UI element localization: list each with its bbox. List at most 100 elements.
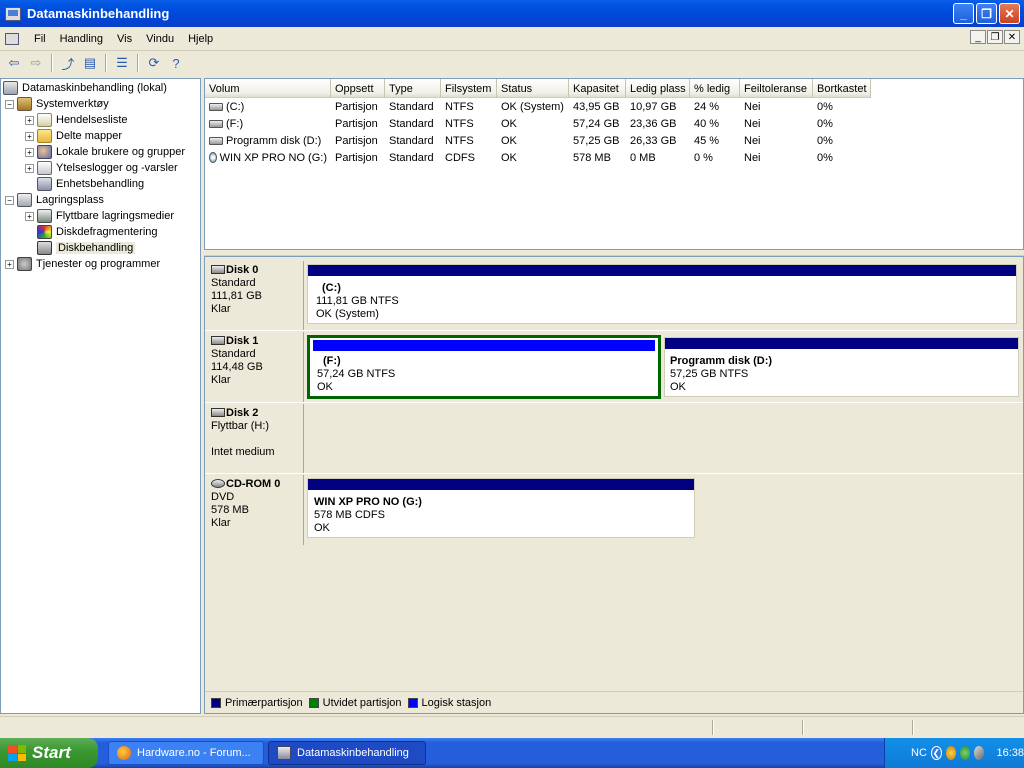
collapse-icon[interactable]: − bbox=[5, 99, 14, 109]
volume-row[interactable]: (F:) Partisjon Standard NTFS OK 57,24 GB… bbox=[205, 115, 871, 132]
pen-tray-icon[interactable] bbox=[974, 746, 985, 760]
mmc-system-icon[interactable] bbox=[5, 32, 19, 45]
column-header-overhead[interactable]: Bortkastet bbox=[813, 79, 871, 98]
tree-item-storage[interactable]: − Lagringsplass bbox=[5, 192, 104, 208]
mdi-restore-button[interactable]: ❐ bbox=[987, 30, 1003, 44]
tree-item-removable-storage[interactable]: + Flyttbare lagringsmedier bbox=[25, 208, 174, 224]
menu-window[interactable]: Vindu bbox=[139, 33, 181, 45]
cd-drive-icon bbox=[209, 152, 217, 163]
computer-icon bbox=[3, 81, 18, 95]
users-tray-icon[interactable] bbox=[959, 746, 971, 760]
defrag-icon bbox=[37, 225, 52, 239]
details-pane: Volum Oppsett Type Filsystem Status Kapa… bbox=[204, 78, 1024, 714]
partition-g[interactable]: WIN XP PRO NO (G:) 578 MB CDFS OK bbox=[307, 478, 695, 538]
partition-status: OK (System) bbox=[316, 308, 379, 320]
partition-size: 57,25 GB NTFS bbox=[670, 368, 749, 380]
drive-icon bbox=[209, 136, 223, 145]
minimize-button[interactable]: _ bbox=[953, 3, 974, 24]
expand-icon[interactable]: + bbox=[25, 163, 34, 173]
partition-status: OK bbox=[670, 381, 686, 393]
tree-item-local-users[interactable]: + Lokale brukere og grupper bbox=[25, 144, 185, 160]
volume-row[interactable]: (C:) Partisjon Standard NTFS OK (System)… bbox=[205, 98, 871, 115]
back-arrow-icon[interactable]: ⇦ bbox=[4, 53, 24, 73]
partition-status: OK bbox=[314, 522, 330, 534]
disk-state: Klar bbox=[211, 303, 231, 315]
tray-expand-icon[interactable]: ❮ bbox=[930, 746, 942, 760]
properties-icon[interactable]: ☰ bbox=[112, 53, 132, 73]
forward-arrow-icon[interactable]: ⇨ bbox=[26, 53, 46, 73]
mdi-close-button[interactable]: ✕ bbox=[1004, 30, 1020, 44]
menu-view[interactable]: Vis bbox=[110, 33, 139, 45]
refresh-icon[interactable]: ⟳ bbox=[144, 53, 164, 73]
collapse-icon[interactable]: − bbox=[5, 195, 14, 205]
language-indicator[interactable]: NC bbox=[911, 747, 927, 759]
column-header-layout[interactable]: Oppsett bbox=[331, 79, 385, 98]
users-icon bbox=[37, 145, 52, 159]
partition-title: (C:) bbox=[322, 282, 341, 294]
show-hide-tree-icon[interactable]: ▤ bbox=[80, 53, 100, 73]
disk-size: 114,48 GB bbox=[211, 361, 263, 373]
column-header-volume[interactable]: Volum bbox=[205, 79, 331, 98]
start-button[interactable]: Start bbox=[0, 738, 98, 768]
tree-item-computer-management[interactable]: Datamaskinbehandling (lokal) bbox=[3, 80, 167, 96]
network-icon[interactable] bbox=[945, 746, 956, 760]
tree-item-disk-defragmenter[interactable]: Diskdefragmentering bbox=[37, 224, 158, 240]
drive-icon bbox=[209, 102, 223, 111]
disk-info[interactable]: Disk 0 Standard 111,81 GB Klar bbox=[211, 264, 301, 316]
partition-c[interactable]: (C:) 111,81 GB NTFS OK (System) bbox=[307, 264, 1017, 324]
expand-icon[interactable]: + bbox=[5, 259, 14, 269]
disk-name: Disk 1 bbox=[226, 335, 259, 347]
taskbar-button-computer-management[interactable]: Datamaskinbehandling bbox=[268, 741, 426, 765]
expand-icon[interactable]: + bbox=[25, 147, 34, 157]
menu-action[interactable]: Handling bbox=[53, 33, 110, 45]
partition-title: (F:) bbox=[323, 355, 341, 367]
maximize-button[interactable]: ❐ bbox=[976, 3, 997, 24]
windows-logo-icon bbox=[8, 745, 26, 761]
disk-info[interactable]: CD-ROM 0 DVD 578 MB Klar bbox=[211, 478, 301, 530]
mdi-minimize-button[interactable]: _ bbox=[970, 30, 986, 44]
close-button[interactable]: ✕ bbox=[999, 3, 1020, 24]
title-bar[interactable]: Datamaskinbehandling _ ❐ ✕ bbox=[0, 0, 1024, 27]
hard-disk-icon bbox=[211, 336, 225, 345]
column-header-fault-tolerance[interactable]: Feiltoleranse bbox=[740, 79, 813, 98]
menu-file[interactable]: Fil bbox=[27, 33, 53, 45]
menu-help[interactable]: Hjelp bbox=[181, 33, 220, 45]
up-folder-icon[interactable]: ⤴ bbox=[58, 53, 78, 73]
volume-row[interactable]: Programm disk (D:) Partisjon Standard NT… bbox=[205, 132, 871, 149]
expand-icon[interactable]: + bbox=[25, 131, 34, 141]
tree-item-services-applications[interactable]: + Tjenester og programmer bbox=[5, 256, 160, 272]
disk-kind: DVD bbox=[211, 491, 235, 503]
disk-name: Disk 0 bbox=[226, 264, 259, 276]
toolbar: ⇦ ⇨ ⤴ ▤ ☰ ⟳ ? bbox=[0, 52, 1024, 74]
volume-row[interactable]: WIN XP PRO NO (G:) Partisjon Standard CD… bbox=[205, 149, 871, 166]
tree-item-performance-logs[interactable]: + Ytelseslogger og -varsler bbox=[25, 160, 178, 176]
tree-item-system-tools[interactable]: − Systemverktøy bbox=[5, 96, 109, 112]
partition-f[interactable]: (F:) 57,24 GB NTFS OK bbox=[307, 335, 661, 399]
column-header-filesystem[interactable]: Filsystem bbox=[441, 79, 497, 98]
tree-item-disk-management[interactable]: Diskbehandling bbox=[37, 240, 136, 256]
cd-rom-icon bbox=[211, 479, 225, 488]
legend-item: Primærpartisjon bbox=[211, 697, 303, 709]
expand-icon[interactable]: + bbox=[25, 211, 34, 221]
partition-d[interactable]: Programm disk (D:) 57,25 GB NTFS OK bbox=[664, 337, 1019, 397]
tree-item-device-manager[interactable]: Enhetsbehandling bbox=[37, 176, 144, 192]
column-header-free-space[interactable]: Ledig plass bbox=[626, 79, 690, 98]
taskbar-button-browser[interactable]: Hardware.no - Forum... bbox=[108, 741, 264, 765]
disk-info[interactable]: Disk 2 Flyttbar (H:) Intet medium bbox=[211, 407, 301, 459]
column-header-type[interactable]: Type bbox=[385, 79, 441, 98]
disk-graphical-view: Disk 0 Standard 111,81 GB Klar (C:) 111,… bbox=[204, 256, 1024, 714]
tree-item-shared-folders[interactable]: + Delte mapper bbox=[25, 128, 122, 144]
column-header-percent-free[interactable]: % ledig bbox=[690, 79, 740, 98]
console-tree: Datamaskinbehandling (lokal) − Systemverk… bbox=[0, 78, 201, 714]
column-header-capacity[interactable]: Kapasitet bbox=[569, 79, 626, 98]
legend-swatch bbox=[211, 697, 221, 708]
disk-info[interactable]: Disk 1 Standard 114,48 GB Klar bbox=[211, 335, 301, 387]
tree-item-event-viewer[interactable]: + Hendelsesliste bbox=[25, 112, 128, 128]
computer-management-icon bbox=[277, 746, 291, 760]
expand-icon[interactable]: + bbox=[25, 115, 34, 125]
help-icon[interactable]: ? bbox=[166, 53, 186, 73]
partition-title: Programm disk (D:) bbox=[670, 355, 773, 367]
clock[interactable]: 16:38 bbox=[996, 747, 1024, 759]
column-header-status[interactable]: Status bbox=[497, 79, 569, 98]
firefox-icon bbox=[117, 746, 131, 760]
